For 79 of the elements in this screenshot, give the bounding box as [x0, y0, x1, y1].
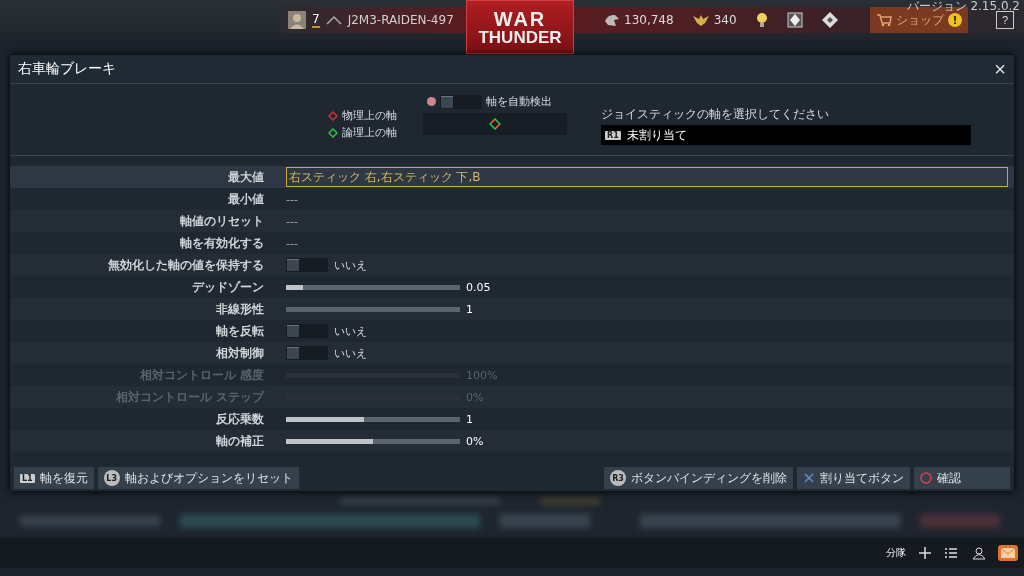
setting-row[interactable]: 最大値 右スティック 右,右スティック 下,B: [10, 166, 1014, 188]
close-button[interactable]: ×: [994, 59, 1006, 79]
toggle-switch[interactable]: [286, 324, 328, 338]
cart-icon: [876, 13, 892, 27]
rank-icon: [325, 15, 342, 25]
setting-label: 相対制御: [215, 344, 264, 362]
axis-prompt: ジョイスティックの軸を選択してください: [601, 106, 830, 123]
setting-label: 無効化した軸の値を保持する: [107, 256, 264, 274]
setting-label: 相対コントロール 感度: [138, 366, 264, 384]
footer-button[interactable]: L3 軸およびオプションをリセット: [97, 467, 299, 489]
footer-button[interactable]: 確認: [914, 467, 1010, 489]
toggle-value: いいえ: [334, 257, 367, 273]
stick-badge: L3: [103, 470, 120, 486]
setting-label: デッドゾーン: [191, 278, 264, 296]
slider-track[interactable]: [286, 306, 460, 312]
toggle-switch[interactable]: [440, 94, 482, 109]
player-level: 7: [312, 12, 320, 28]
setting-label: 軸を反転: [215, 322, 264, 340]
setting-row[interactable]: 反応乗数 1: [10, 408, 1014, 430]
value-text: ---: [286, 214, 298, 228]
toggle-value: いいえ: [334, 323, 367, 339]
diamond-icon[interactable]: [786, 12, 803, 28]
lightbulb-icon[interactable]: [754, 12, 769, 28]
setting-label: 反応乗数: [215, 410, 264, 428]
setting-row[interactable]: 相対制御 いいえ: [10, 342, 1014, 364]
legend-label: 論理上の軸: [342, 125, 397, 140]
setting-label: 軸を有効化する: [179, 234, 264, 252]
footer-button[interactable]: R3 ボタンバインディングを削除: [604, 467, 793, 489]
setting-row[interactable]: 最小値 ---: [10, 188, 1014, 210]
currency-count: 130,748: [624, 13, 674, 27]
slider-track[interactable]: [286, 284, 460, 290]
setting-label: 最大値: [227, 168, 264, 186]
axis-position-icon: [489, 118, 501, 130]
stick-badge: R3: [610, 470, 626, 486]
setting-row[interactable]: 軸を反転 いいえ: [10, 320, 1014, 342]
toggle-value: いいえ: [334, 345, 367, 361]
axis-field[interactable]: R1 未割り当て: [601, 125, 971, 145]
slider-track[interactable]: [286, 416, 460, 422]
help-button[interactable]: ?: [996, 11, 1014, 29]
golden-eagles-count: 340: [713, 13, 737, 27]
footer-button[interactable]: L1 軸を復元: [14, 467, 94, 489]
setting-label: 非線形性: [215, 300, 264, 318]
value-field[interactable]: 右スティック 右,右スティック 下,B: [286, 167, 1008, 187]
diamond-marker-icon: [328, 127, 338, 138]
button-badge: L1: [20, 473, 35, 483]
setting-row[interactable]: 軸値のリセット ---: [10, 210, 1014, 232]
slider-value: 1: [466, 412, 473, 426]
dialog-title: 右車輪ブレーキ: [18, 60, 116, 78]
slider-value: 1: [466, 302, 473, 316]
toggle-switch[interactable]: [286, 258, 328, 272]
squad-label: 分隊: [886, 546, 906, 560]
setting-row[interactable]: デッドゾーン 0.05: [10, 276, 1014, 298]
plus-icon[interactable]: [918, 546, 932, 560]
auto-detect-label: 軸を自動検出: [486, 94, 552, 109]
cross-icon: [803, 472, 815, 484]
game-logo: WAR THUNDER: [466, 0, 574, 54]
footer-button[interactable]: 割り当てボタン: [797, 467, 910, 489]
slider-value: 0.05: [466, 280, 491, 294]
slider-value: 100%: [466, 368, 498, 382]
toggle-switch[interactable]: [286, 346, 328, 360]
setting-row[interactable]: 非線形性 1: [10, 298, 1014, 320]
list-icon[interactable]: [944, 547, 958, 559]
value-text: ---: [286, 192, 298, 206]
eagle-icon: [691, 13, 710, 27]
legend-label: 物理上の軸: [342, 108, 397, 123]
circle-icon: [920, 472, 932, 484]
setting-row[interactable]: 無効化した軸の値を保持する いいえ: [10, 254, 1014, 276]
contacts-icon[interactable]: [970, 546, 986, 560]
alert-badge: !: [948, 13, 962, 27]
slider-track[interactable]: [286, 438, 460, 444]
player-name[interactable]: J2M3-RAIDEN-497: [347, 13, 454, 27]
setting-label: 軸値のリセット: [179, 212, 264, 230]
value-text: ---: [286, 236, 298, 250]
setting-row[interactable]: 軸の補正 0%: [10, 430, 1014, 452]
setting-label: 軸の補正: [215, 432, 264, 450]
setting-label: 最小値: [227, 190, 264, 208]
slider-value: 0%: [466, 434, 484, 448]
setting-row[interactable]: 軸を有効化する ---: [10, 232, 1014, 254]
diamond-marker-icon: [328, 110, 338, 121]
